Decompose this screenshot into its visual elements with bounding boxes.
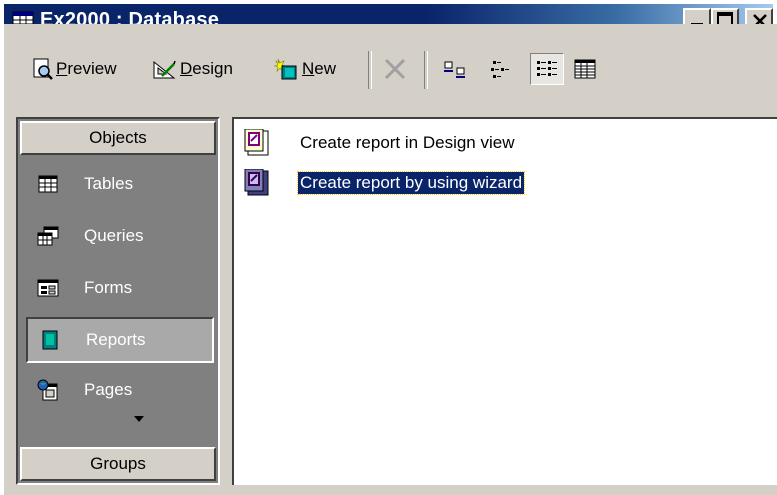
- objects-item-queries[interactable]: Queries: [26, 213, 214, 259]
- scroll-down-arrow-icon[interactable]: [134, 416, 144, 422]
- objects-bar: Objects Tables Queries Forms Reports Pag…: [16, 117, 220, 485]
- list-item[interactable]: Create report by using wizard: [242, 168, 526, 197]
- large-icons-button[interactable]: [442, 53, 468, 85]
- list-item[interactable]: Create report in Design view: [242, 128, 516, 157]
- objects-item-label: Queries: [84, 226, 144, 245]
- objects-item-forms[interactable]: Forms: [26, 265, 214, 311]
- table-icon: [34, 172, 62, 196]
- design-label: Design: [180, 59, 233, 78]
- report-icon: [36, 328, 64, 352]
- objects-header-button[interactable]: Objects: [20, 121, 216, 155]
- preview-label: Preview: [56, 59, 117, 78]
- small-icons-button[interactable]: [488, 53, 514, 85]
- new-label: New: [302, 59, 337, 78]
- new-button[interactable]: New: [274, 53, 336, 85]
- form-icon: [34, 276, 62, 300]
- objects-item-tables[interactable]: Tables: [26, 161, 214, 207]
- preview-button[interactable]: Preview: [32, 53, 116, 85]
- objects-item-label: Forms: [84, 278, 133, 297]
- design-icon: [153, 60, 176, 79]
- list-view-button[interactable]: [530, 53, 564, 85]
- page-icon: [34, 378, 62, 402]
- delete-icon: [384, 58, 406, 80]
- details-view-icon: [574, 59, 596, 79]
- delete-button[interactable]: [382, 53, 408, 85]
- toolbar-separator: [368, 51, 372, 89]
- objects-item-label: Tables: [84, 174, 134, 193]
- preview-icon: [33, 58, 53, 80]
- small-icons-icon: [491, 61, 509, 78]
- list-view-icon: [537, 61, 557, 76]
- report-wizard-icon: [242, 168, 272, 197]
- list-item-label: Create report in Design view: [300, 133, 515, 152]
- toolbar-separator: [424, 51, 428, 89]
- list-item-label: Create report by using wizard: [296, 171, 526, 195]
- objects-item-reports[interactable]: Reports: [26, 317, 214, 363]
- query-icon: [34, 224, 62, 248]
- objects-item-label: Pages: [84, 380, 133, 399]
- large-icons-icon: [444, 61, 465, 78]
- objects-item-pages[interactable]: Pages: [26, 367, 214, 413]
- new-object-icon: [274, 58, 297, 80]
- object-list: Create report in Design view Create repo…: [232, 117, 777, 485]
- groups-header-button[interactable]: Groups: [20, 447, 216, 481]
- report-design-icon: [242, 128, 272, 157]
- toolbar: Preview Design New: [4, 37, 773, 117]
- details-view-button[interactable]: [572, 53, 598, 85]
- objects-item-label: Reports: [86, 330, 146, 349]
- design-button[interactable]: Design: [152, 53, 233, 85]
